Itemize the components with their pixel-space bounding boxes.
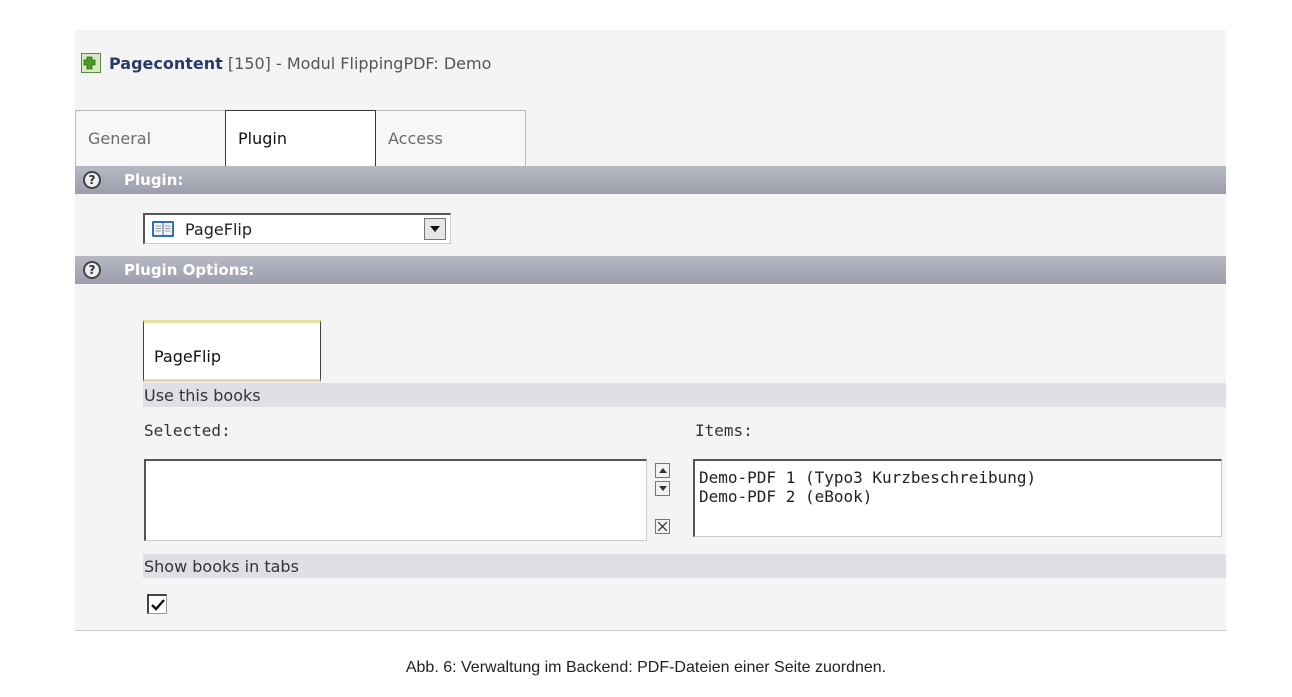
move-down-icon[interactable] xyxy=(655,481,670,496)
selected-label: Selected: xyxy=(144,421,231,440)
move-up-icon[interactable] xyxy=(655,463,670,478)
figure-caption: Abb. 6: Verwaltung im Backend: PDF-Datei… xyxy=(405,659,887,676)
items-label: Items: xyxy=(695,421,753,440)
list-item[interactable]: Demo-PDF 1 (Typo3 Kurzbeschreibung) xyxy=(695,468,1221,487)
help-icon[interactable]: ? xyxy=(83,171,101,189)
available-books-list[interactable]: Demo-PDF 1 (Typo3 Kurzbeschreibung) Demo… xyxy=(693,459,1222,537)
tab-bar: General Plugin Access xyxy=(75,110,526,166)
remove-icon[interactable] xyxy=(655,519,670,534)
show-books-in-tabs-checkbox[interactable] xyxy=(147,594,167,614)
record-type: Pagecontent xyxy=(109,53,223,73)
book-icon xyxy=(152,221,174,237)
record-title: [150] - Modul FlippingPDF: Demo xyxy=(222,53,492,73)
section-title: Plugin: xyxy=(124,171,184,189)
chevron-down-icon[interactable] xyxy=(424,218,446,240)
field-label-books: Use this books xyxy=(143,383,1226,407)
record-header: Pagecontent [150] - Modul FlippingPDF: D… xyxy=(81,52,491,74)
tab-plugin[interactable]: Plugin xyxy=(225,110,376,166)
section-title: Plugin Options: xyxy=(124,261,255,279)
tab-pageflip[interactable]: PageFlip xyxy=(143,320,321,382)
checkmark-icon xyxy=(150,598,165,611)
list-item[interactable]: Demo-PDF 2 (eBook) xyxy=(695,487,1221,506)
help-icon[interactable]: ? xyxy=(83,261,101,279)
field-label-tabs: Show books in tabs xyxy=(143,554,1226,578)
section-plugin-options: ? Plugin Options: xyxy=(75,256,1226,284)
tab-general[interactable]: General xyxy=(75,110,226,166)
section-plugin: ? Plugin: xyxy=(75,166,1226,194)
selected-books-list[interactable] xyxy=(144,459,647,541)
plugin-select-value: PageFlip xyxy=(185,219,252,239)
content-element-icon xyxy=(81,53,101,73)
plugin-select[interactable]: PageFlip xyxy=(143,213,451,244)
tab-access[interactable]: Access xyxy=(375,110,526,166)
